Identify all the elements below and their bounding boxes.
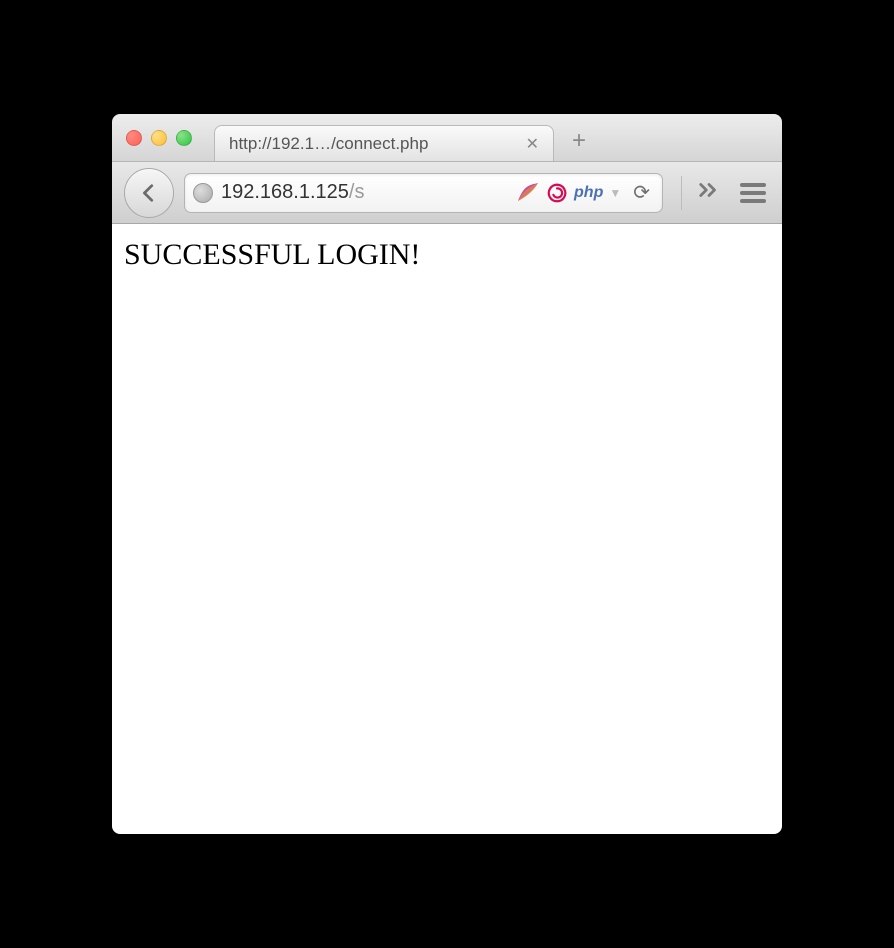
tab-strip: http://192.1…/connect.php ✕ +	[214, 114, 782, 161]
menu-bar-icon	[740, 191, 766, 195]
login-success-message: SUCCESSFUL LOGIN!	[124, 238, 770, 272]
chevrons-right-icon	[698, 181, 720, 199]
minimize-window-button[interactable]	[151, 130, 167, 146]
toolbar-right	[673, 176, 770, 210]
address-path: /s	[349, 181, 365, 203]
php-icon: php	[574, 184, 603, 202]
debian-swirl-icon	[546, 182, 568, 204]
separator	[681, 176, 682, 210]
menu-bar-icon	[740, 199, 766, 203]
address-url: 192.168.1.125/s	[221, 181, 508, 204]
close-window-button[interactable]	[126, 130, 142, 146]
address-extensions: php ▼	[516, 182, 621, 204]
browser-tab-active[interactable]: http://192.1…/connect.php ✕	[214, 125, 554, 161]
titlebar: http://192.1…/connect.php ✕ +	[112, 114, 782, 162]
apache-feather-icon	[516, 183, 540, 203]
page-content: SUCCESSFUL LOGIN!	[112, 224, 782, 834]
arrow-left-icon	[138, 182, 160, 204]
address-bar[interactable]: 192.168.1.125/s php ▼ ⟳	[184, 173, 663, 213]
toolbar: 192.168.1.125/s php ▼ ⟳	[112, 162, 782, 224]
back-button[interactable]	[124, 168, 174, 218]
zoom-window-button[interactable]	[176, 130, 192, 146]
overflow-button[interactable]	[698, 181, 720, 204]
close-tab-icon[interactable]: ✕	[526, 134, 539, 154]
address-dropdown-icon[interactable]: ▼	[609, 186, 621, 200]
menu-button[interactable]	[736, 179, 770, 207]
tab-title: http://192.1…/connect.php	[229, 134, 514, 154]
address-host: 192.168.1.125	[221, 181, 349, 203]
reload-button[interactable]: ⟳	[629, 180, 654, 205]
globe-icon	[193, 183, 213, 203]
browser-window: http://192.1…/connect.php ✕ + 192.168.1.…	[112, 114, 782, 834]
menu-bar-icon	[740, 183, 766, 187]
new-tab-button[interactable]: +	[564, 127, 594, 155]
traffic-lights	[126, 130, 192, 146]
